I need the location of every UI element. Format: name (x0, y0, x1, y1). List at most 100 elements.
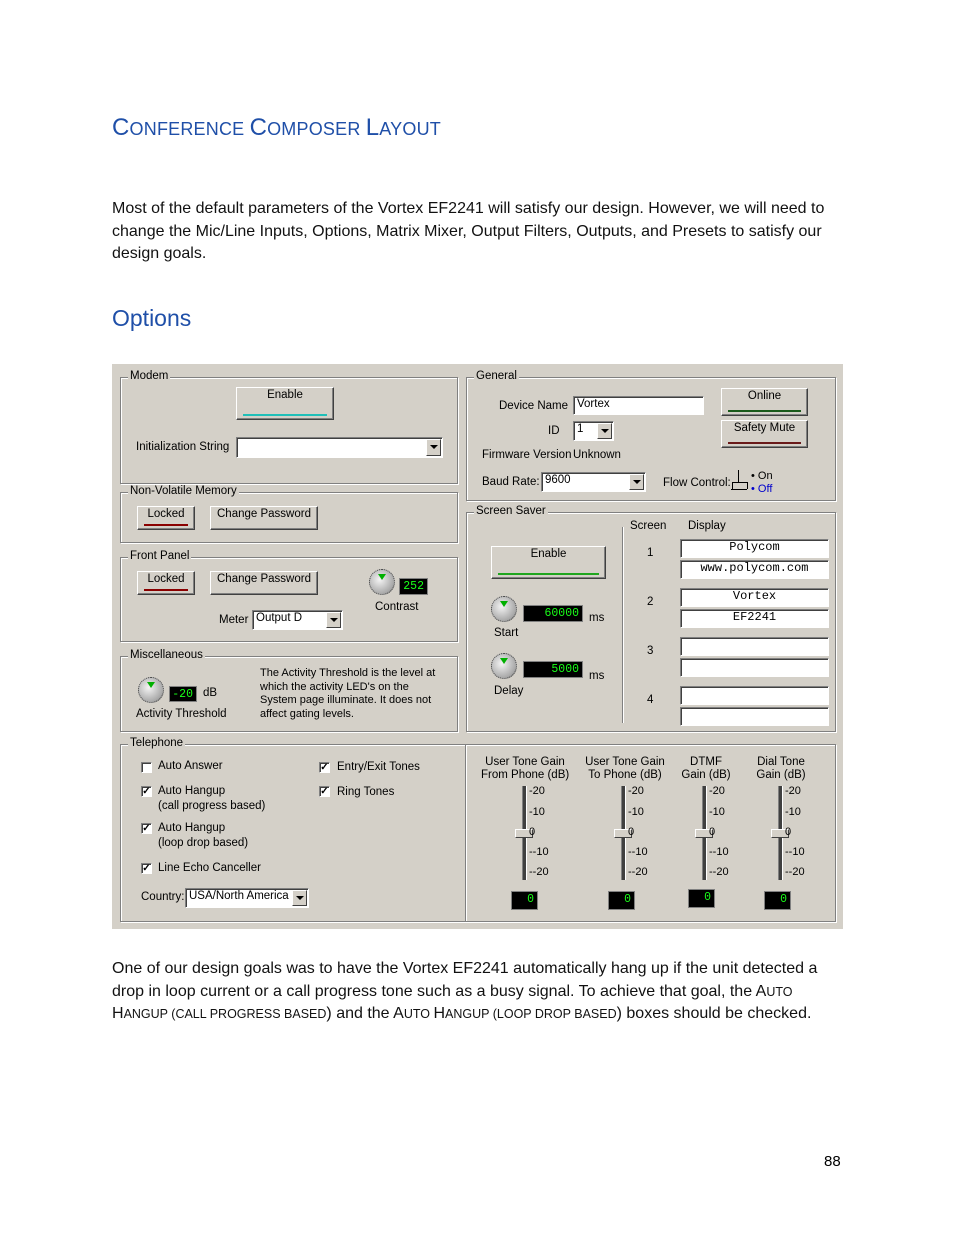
delay-value: 5000 (523, 661, 583, 678)
slider-value: 0 (764, 891, 791, 910)
display-line-input[interactable]: EF2241 (680, 609, 829, 628)
screen-saver-enable-button[interactable]: Enable (491, 546, 606, 579)
chevron-down-icon[interactable] (292, 890, 307, 906)
group-title: Screen Saver (474, 505, 548, 517)
screen-number: 2 (647, 596, 654, 608)
baud-rate-label: Baud Rate: (482, 476, 540, 488)
telephone-divider (465, 745, 466, 921)
display-line-input[interactable] (680, 637, 829, 656)
closing-paragraph: One of our design goals was to have the … (112, 960, 818, 1022)
meter-dropdown[interactable]: Output D (252, 610, 343, 630)
baud-rate-dropdown[interactable]: 9600 (541, 472, 646, 492)
screen-header: Screen (630, 520, 667, 532)
section-title: Options (112, 305, 192, 331)
slider-label: DTMF Gain (dB) (681, 756, 731, 781)
contrast-value: 252 (399, 578, 428, 595)
firmware-label: Firmware Version (482, 449, 572, 461)
delay-label: Delay (494, 685, 524, 697)
threshold-knob[interactable] (138, 677, 164, 703)
flow-control-switch[interactable] (731, 470, 748, 494)
chevron-down-icon[interactable] (326, 612, 341, 628)
general-group: General Device Name Vortex ID 1 Firmware… (466, 370, 836, 501)
display-line-input[interactable]: Vortex (680, 588, 829, 607)
start-ms-label: ms (589, 612, 605, 624)
display-line-input[interactable] (680, 658, 829, 677)
front-panel-group: Front Panel Locked Change Password 252 C… (120, 550, 458, 642)
user-tone-from-phone-slider[interactable]: -20 -10 0 --10 --20 (514, 786, 574, 880)
modem-group: Modem Enable Initialization String (120, 370, 458, 484)
call-progress-label: (call progress based) (158, 800, 266, 812)
contrast-knob[interactable] (369, 569, 395, 595)
id-dropdown[interactable]: 1 (573, 421, 614, 441)
online-button[interactable]: Online (721, 388, 808, 416)
threshold-value: -20 (169, 686, 197, 702)
user-tone-to-phone-slider[interactable]: -20 -10 0 --10 --20 (613, 786, 673, 880)
device-name-label: Device Name (499, 400, 569, 412)
slider-value: 0 (608, 891, 635, 910)
start-knob[interactable] (491, 596, 517, 622)
auto-hangup-loop-drop-checkbox[interactable]: ✓ (141, 823, 152, 834)
intro-paragraph: Most of the default parameters of the Vo… (112, 200, 825, 262)
fp-change-password-button[interactable]: Change Password (210, 571, 318, 595)
entry-exit-label: Entry/Exit Tones (337, 761, 420, 773)
nvm-group: Non-Volatile Memory Locked Change Passwo… (120, 485, 458, 543)
slider-label: User Tone Gain To Phone (dB) (585, 756, 665, 781)
country-label: Country: (141, 891, 185, 903)
fp-locked-button[interactable]: Locked (137, 571, 195, 595)
threshold-label: Activity Threshold (136, 708, 227, 720)
display-line-input[interactable]: www.polycom.com (680, 560, 829, 579)
slider-label: User Tone Gain From Phone (dB) (481, 756, 570, 781)
group-title: Non-Volatile Memory (128, 485, 239, 497)
knob-indicator-icon (147, 682, 155, 688)
auto-answer-label: Auto Answer (158, 760, 223, 772)
slider-label: Dial Tone Gain (dB) (756, 756, 806, 781)
display-line-input[interactable] (680, 686, 829, 705)
auto-answer-checkbox[interactable] (141, 762, 152, 773)
auto-hangup-label: Auto Hangup (158, 822, 226, 834)
delay-knob[interactable] (491, 653, 517, 679)
nvm-change-password-button[interactable]: Change Password (210, 506, 318, 530)
dial-tone-gain-slider[interactable]: -20 -10 0 --10 --20 (770, 786, 830, 880)
line-echo-canceller-checkbox[interactable]: ✓ (141, 863, 152, 874)
display-line-input[interactable]: Polycom (680, 539, 829, 558)
options-dialog: Modem Enable Initialization String Non-V… (112, 364, 843, 929)
group-title: Front Panel (128, 550, 192, 562)
line-echo-label: Line Echo Canceller (158, 862, 261, 874)
screen-saver-group: Screen Saver Enable 60000 ms Start 5000 … (466, 505, 836, 732)
modem-enable-button[interactable]: Enable (236, 387, 334, 420)
group-title: Miscellaneous (128, 649, 205, 661)
loop-drop-label: (loop drop based) (158, 837, 249, 849)
ring-tones-checkbox[interactable]: ✓ (319, 786, 330, 797)
flow-on-label: On (757, 470, 773, 482)
screen-number: 4 (647, 694, 654, 706)
init-string-label: Initialization String (136, 441, 230, 453)
contrast-label: Contrast (375, 601, 419, 613)
telephone-group: Telephone Auto Answer ✓ Auto Hangup (cal… (120, 737, 836, 922)
device-name-input[interactable]: Vortex (573, 396, 704, 415)
country-dropdown[interactable]: USA/North America (185, 888, 309, 908)
page-number: 88 (824, 1153, 841, 1170)
auto-hangup-call-progress-checkbox[interactable]: ✓ (141, 786, 152, 797)
group-title: Modem (128, 370, 171, 382)
db-label: dB (203, 687, 218, 699)
knob-indicator-icon (500, 658, 508, 664)
chevron-down-icon[interactable] (597, 423, 612, 439)
flow-control-label: Flow Control: (663, 477, 731, 489)
init-string-dropdown[interactable] (236, 437, 443, 458)
chevron-down-icon[interactable] (426, 439, 441, 456)
entry-exit-tones-checkbox[interactable]: ✓ (319, 762, 330, 773)
dtmf-gain-slider[interactable]: -20 -10 0 --10 --20 (694, 786, 754, 880)
display-line-input[interactable] (680, 707, 829, 726)
safety-mute-button[interactable]: Safety Mute (721, 420, 808, 448)
threshold-note: The Activity Threshold is the level at w… (260, 667, 436, 720)
ring-tones-label: Ring Tones (337, 786, 395, 798)
knob-indicator-icon (500, 601, 508, 607)
nvm-locked-button[interactable]: Locked (137, 506, 195, 530)
group-title: Telephone (128, 737, 186, 749)
id-label: ID (548, 425, 560, 437)
flow-off-label: Off (757, 483, 773, 495)
firmware-value: Unknown (573, 449, 621, 461)
misc-group: Miscellaneous -20 dB Activity Threshold … (120, 649, 458, 732)
auto-hangup-label: Auto Hangup (158, 785, 226, 797)
chevron-down-icon[interactable] (629, 474, 644, 490)
